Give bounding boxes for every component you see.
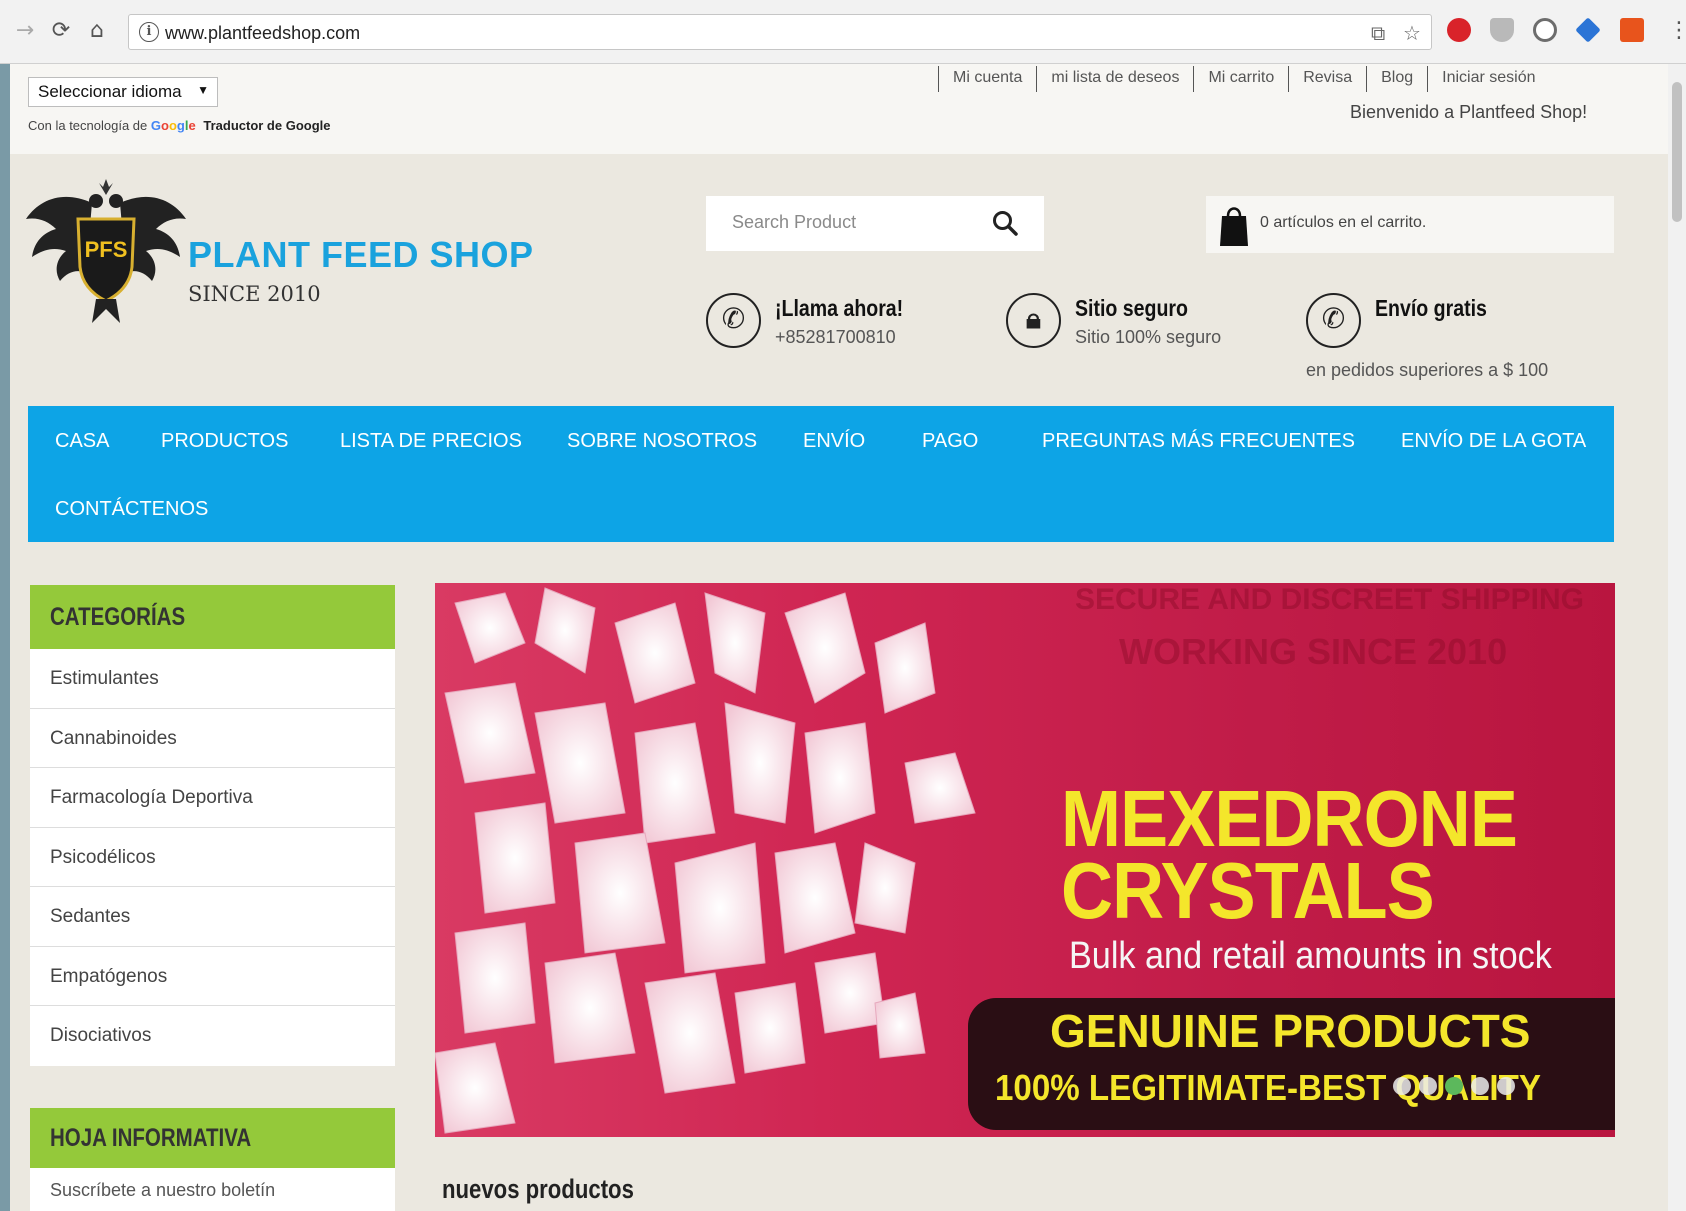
phone-icon: ✆	[1306, 293, 1361, 348]
site-info-icon[interactable]: i	[139, 22, 159, 42]
url-text[interactable]: www.plantfeedshop.com	[165, 23, 360, 44]
feature-subtitle: Sitio 100% seguro	[1075, 327, 1222, 347]
nav-item-drop-shipping[interactable]: ENVÍO DE LA GOTA	[1401, 430, 1586, 453]
link-my-cart[interactable]: Mi carrito	[1193, 66, 1288, 92]
search-placeholder: Search Product	[732, 212, 857, 232]
new-products-title: nuevos productos	[442, 1174, 634, 1204]
nav-item-home[interactable]: CASA	[55, 430, 109, 453]
newsletter-header: HOJA INFORMATIVA	[30, 1108, 395, 1168]
logo-badge-text: PFS	[85, 237, 128, 262]
reload-icon[interactable]: ⟳	[46, 16, 76, 46]
slider-dot[interactable]	[1497, 1077, 1515, 1095]
shopping-bag-icon	[1220, 207, 1248, 246]
dropdown-caret-icon: ▼	[197, 83, 209, 97]
welcome-message: Bienvenido a Plantfeed Shop!	[1350, 102, 1588, 122]
feature-subtitle: en pedidos superiores a $ 100	[1306, 360, 1549, 380]
scrollbar-thumb[interactable]	[1672, 82, 1682, 222]
banner-tagline: Bulk and retail amounts in stock	[1069, 935, 1552, 977]
newsletter-title: HOJA INFORMATIVA	[50, 1124, 252, 1152]
cart-summary: 0 artículos en el carrito.	[1260, 214, 1427, 231]
category-item[interactable]: Estimulantes	[30, 649, 395, 709]
language-select-value: Seleccionar idioma	[38, 82, 182, 101]
graduation-extension-icon[interactable]	[1575, 17, 1601, 43]
google-logo: Google	[150, 118, 196, 133]
newsletter-text: Suscríbete a nuestro boletín	[50, 1180, 276, 1200]
web-page: Seleccionar idioma ▼ Con la tecnología d…	[10, 64, 1668, 1211]
page-scrollbar[interactable]	[1668, 64, 1686, 1211]
google-translate-credit: Con la tecnología de Google Traductor de…	[28, 118, 330, 133]
feature-title: ¡Llama ahora!	[775, 295, 904, 321]
nav-item-payment[interactable]: PAGO	[922, 430, 978, 453]
slider-dot[interactable]	[1419, 1077, 1437, 1095]
categories-title: CATEGORÍAS	[50, 603, 186, 631]
browser-menu-icon[interactable]: ⋮	[1668, 18, 1686, 43]
search-input[interactable]: Search Product	[706, 196, 1044, 251]
hero-banner-slider[interactable]: SECURE AND DISCREET SHIPPING WORKING SIN…	[435, 583, 1615, 1137]
account-links: Mi cuenta mi lista de deseos Mi carrito …	[938, 66, 1550, 92]
brand-since: SINCE 2010	[188, 282, 321, 306]
lock-icon: 🔒︎	[1006, 293, 1061, 348]
banner-ghost-text: WORKING SINCE 2010	[1119, 631, 1508, 672]
nav-item-about-us[interactable]: SOBRE NOSOTROS	[567, 430, 757, 453]
top-utility-bar: Seleccionar idioma ▼ Con la tecnología d…	[10, 64, 1668, 154]
nav-item-contact[interactable]: CONTÁCTENOS	[55, 498, 208, 521]
category-item[interactable]: Cannabinoides	[30, 709, 395, 768]
translate-icon[interactable]: ⧉	[1371, 21, 1385, 45]
slider-dot[interactable]	[1471, 1077, 1489, 1095]
categories-list: Estimulantes Cannabinoides Farmacología …	[30, 649, 395, 1066]
banner-genuine: GENUINE PRODUCTS	[1050, 1005, 1531, 1057]
feature-secure-site: 🔒︎ Sitio seguro Sitio 100% seguro	[1006, 293, 1246, 353]
newsletter-body: Suscríbete a nuestro boletín	[30, 1168, 395, 1211]
adblock-extension-icon[interactable]	[1447, 18, 1471, 42]
categories-header: CATEGORÍAS	[30, 585, 395, 649]
category-item[interactable]: Sedantes	[30, 887, 395, 947]
language-select[interactable]: Seleccionar idioma ▼	[28, 77, 218, 107]
address-bar[interactable]: i www.plantfeedshop.com ⧉ ☆	[128, 14, 1432, 50]
shield-extension-icon[interactable]	[1490, 18, 1514, 42]
link-blog[interactable]: Blog	[1366, 66, 1427, 92]
category-item[interactable]: Farmacología Deportiva	[30, 768, 395, 828]
nav-item-price-list[interactable]: LISTA DE PRECIOS	[340, 430, 522, 453]
powered-prefix: Con la tecnología de	[28, 118, 148, 133]
feature-free-shipping: ✆ Envío gratis en pedidos superiores a $…	[1306, 293, 1606, 383]
search-icon[interactable]	[992, 210, 1018, 236]
main-navigation: CASA PRODUCTOS LISTA DE PRECIOS SOBRE NO…	[28, 406, 1614, 542]
feature-title: Sitio seguro	[1075, 295, 1188, 321]
link-wishlist[interactable]: mi lista de deseos	[1036, 66, 1193, 92]
translator-link[interactable]: Traductor de Google	[203, 118, 330, 133]
category-item[interactable]: Psicodélicos	[30, 828, 395, 887]
brand-name[interactable]: PLANT FEED SHOP	[188, 234, 534, 276]
category-item[interactable]: Disociativos	[30, 1006, 395, 1066]
browser-toolbar: → ⟳ ⌂ i www.plantfeedshop.com ⧉ ☆ ⋮	[0, 0, 1686, 64]
nav-item-faq[interactable]: PREGUNTAS MÁS FRECUENTES	[1042, 430, 1355, 453]
office-extension-icon[interactable]	[1620, 18, 1644, 42]
feature-title: Envío gratis	[1375, 295, 1487, 321]
bookmark-star-icon[interactable]: ☆	[1403, 21, 1421, 45]
feature-subtitle[interactable]: +85281700810	[775, 327, 896, 348]
phone-icon: ✆	[706, 293, 761, 348]
crystals-image	[435, 587, 976, 1134]
feature-call-now: ✆ ¡Llama ahora! +85281700810	[706, 293, 946, 353]
slider-dot[interactable]	[1445, 1077, 1463, 1095]
link-login[interactable]: Iniciar sesión	[1427, 66, 1549, 92]
banner-ghost-text: SECURE AND DISCREET SHIPPING	[1075, 583, 1584, 616]
back-arrow-icon[interactable]: →	[10, 16, 40, 46]
slider-dots	[1393, 1077, 1515, 1095]
nav-item-products[interactable]: PRODUCTOS	[161, 430, 288, 453]
home-icon[interactable]: ⌂	[82, 16, 112, 46]
nav-item-shipping[interactable]: ENVÍO	[803, 430, 865, 453]
eye-extension-icon[interactable]	[1533, 18, 1557, 42]
link-my-account[interactable]: Mi cuenta	[938, 66, 1036, 92]
eagle-logo-icon[interactable]: PFS	[26, 177, 186, 327]
slider-dot[interactable]	[1393, 1077, 1411, 1095]
link-checkout[interactable]: Revisa	[1288, 66, 1366, 92]
mini-cart[interactable]: 0 artículos en el carrito.	[1206, 196, 1614, 253]
category-item[interactable]: Empatógenos	[30, 947, 395, 1006]
banner-title: CRYSTALS	[1061, 846, 1435, 935]
